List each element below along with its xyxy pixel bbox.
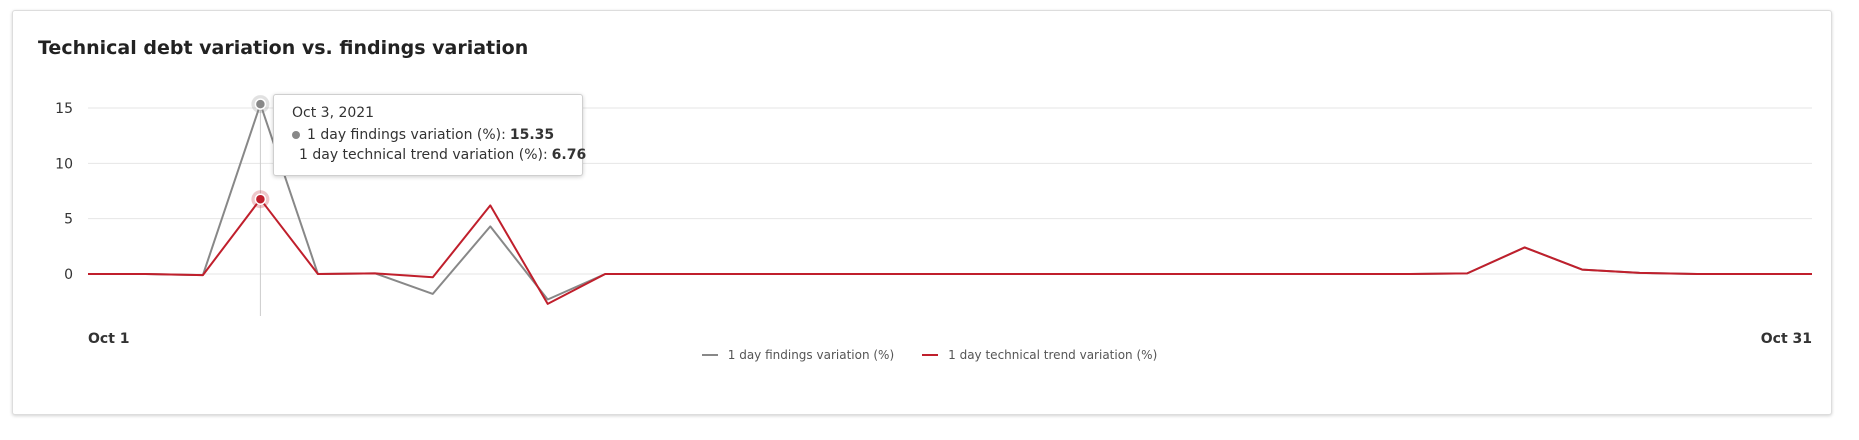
y-tick-label: 0 xyxy=(64,267,73,283)
chart-tooltip: Oct 3, 2021 1 day findings variation (%)… xyxy=(273,94,586,176)
legend-item-findings[interactable]: 1 day findings variation (%) xyxy=(701,348,895,362)
y-tick-label: 10 xyxy=(55,156,73,172)
tooltip-value-technical: 6.76 xyxy=(551,147,587,163)
tooltip-label-findings: 1 day findings variation (%): xyxy=(307,127,506,143)
tooltip-dot-findings xyxy=(292,131,300,139)
highlight-point-findings[interactable] xyxy=(254,98,267,110)
tooltip-value-findings: 15.35 xyxy=(509,127,555,143)
line-chart[interactable]: 0 5 10 15 Oct 1 Oct 31 xyxy=(0,0,1859,440)
y-tick-label: 5 xyxy=(64,212,73,228)
tooltip-label-technical: 1 day technical trend variation (%): xyxy=(299,147,548,163)
legend-label-findings: 1 day findings variation (%) xyxy=(727,348,895,362)
legend-label-technical: 1 day technical trend variation (%) xyxy=(948,348,1158,362)
x-tick-label-end: Oct 31 xyxy=(1761,331,1812,347)
x-tick-label-start: Oct 1 xyxy=(88,331,130,347)
y-tick-label: 15 xyxy=(55,101,73,117)
highlight-point-technical[interactable] xyxy=(254,193,267,205)
series-line-technical[interactable] xyxy=(88,198,1812,305)
legend-item-technical[interactable]: 1 day technical trend variation (%) xyxy=(922,348,1157,362)
legend-swatch-technical xyxy=(922,354,939,356)
tooltip-date: Oct 3, 2021 xyxy=(292,105,375,121)
tooltip-row-technical: 1 day technical trend variation (%): 6.7… xyxy=(292,147,586,163)
legend-swatch-findings xyxy=(701,354,718,356)
chart-legend: 1 day findings variation (%) 1 day techn… xyxy=(0,348,1859,362)
tooltip-row-findings: 1 day findings variation (%): 15.35 xyxy=(292,127,564,143)
